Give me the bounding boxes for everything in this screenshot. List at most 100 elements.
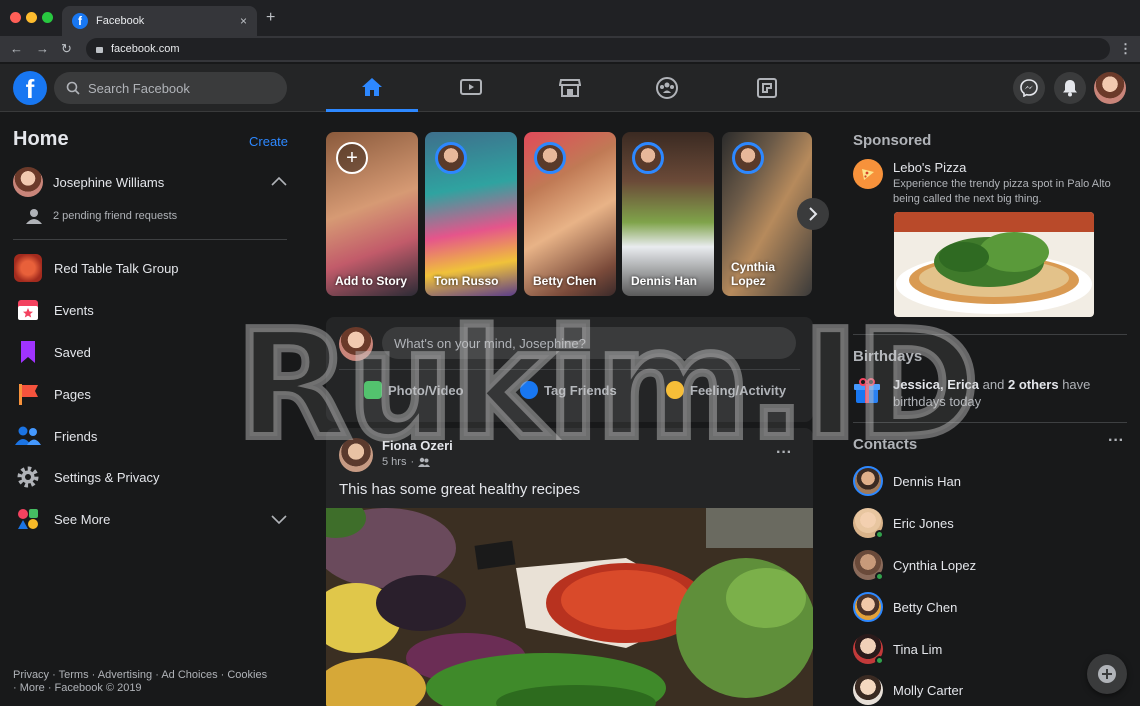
tab-home[interactable]: [326, 64, 418, 112]
user-name: Josephine Williams: [53, 174, 165, 190]
search-placeholder: Search Facebook: [88, 80, 190, 96]
ad-name[interactable]: Lebo's Pizza: [893, 160, 966, 175]
sidebar-item-settings[interactable]: Settings & Privacy: [14, 463, 160, 491]
messenger-button[interactable]: [1013, 72, 1045, 104]
search-input[interactable]: Search Facebook: [54, 72, 287, 104]
friends-icon: [14, 422, 42, 450]
chevron-down-icon[interactable]: [271, 515, 287, 525]
birthday-others[interactable]: 2 others: [1008, 377, 1059, 392]
post-image[interactable]: [326, 508, 813, 706]
sidebar-item-see-more[interactable]: See More: [14, 505, 110, 533]
sidebar-item-label: Saved: [54, 344, 91, 360]
contact-avatar: [853, 508, 884, 539]
contact-avatar: [853, 592, 883, 622]
contact-avatar: [853, 634, 884, 665]
story-name: Betty Chen: [533, 274, 597, 288]
contact-name: Eric Jones: [893, 515, 954, 531]
footer-links[interactable]: Privacy · Terms · Advertising · Ad Choic…: [13, 669, 303, 695]
birthday-and: and: [982, 377, 1005, 392]
contact-item[interactable]: Betty Chen: [853, 592, 957, 622]
flag-icon: [14, 380, 42, 408]
contact-item[interactable]: Tina Lim: [853, 634, 942, 665]
contact-name: Betty Chen: [893, 599, 958, 615]
contact-avatar: [853, 550, 884, 581]
story-card[interactable]: Betty Chen: [524, 132, 616, 296]
url-field[interactable]: facebook.com: [86, 38, 1110, 60]
ad-image[interactable]: [894, 212, 1094, 317]
browser-tab[interactable]: f Facebook ×: [62, 6, 257, 36]
contacts-options-button[interactable]: ···: [1108, 432, 1124, 450]
sidebar-item-pages[interactable]: Pages: [14, 380, 91, 408]
tab-watch[interactable]: [425, 64, 517, 112]
contact-avatar: [853, 675, 883, 705]
post-text: This has some great healthy recipes: [339, 481, 580, 498]
story-card[interactable]: Tom Russo: [425, 132, 517, 296]
footer-line-2[interactable]: · More · Facebook © 2019: [13, 682, 303, 695]
contact-item[interactable]: Cynthia Lopez: [853, 550, 977, 581]
online-status-dot: [875, 572, 884, 581]
window-maximize-button[interactable]: [42, 12, 53, 23]
feed-post: Fiona Ozeri 5 hrs · ··· This has some gr…: [326, 428, 813, 706]
online-status-dot: [875, 656, 884, 665]
sidebar-item-label: Settings & Privacy: [54, 469, 160, 485]
market-produce-image: [326, 508, 813, 706]
story-card[interactable]: Dennis Han: [622, 132, 714, 296]
story-name: Tom Russo: [434, 274, 499, 288]
tab-groups[interactable]: [621, 64, 713, 112]
pending-requests-link[interactable]: 2 pending friend requests: [25, 208, 177, 224]
story-avatar: [732, 142, 764, 174]
notifications-button[interactable]: [1054, 72, 1086, 104]
chevron-right-icon: [809, 207, 818, 221]
contact-item[interactable]: Dennis Han: [853, 466, 961, 496]
marketplace-icon: [559, 79, 581, 97]
ad-text: Experience the trendy pizza spot in Palo…: [893, 178, 1111, 205]
search-icon: [66, 81, 80, 95]
person-icon: [26, 209, 42, 224]
bookmark-icon: [14, 338, 42, 366]
gaming-icon: [757, 78, 777, 98]
pizza-logo-icon[interactable]: [853, 159, 883, 189]
browser-menu-icon[interactable]: ⋮: [1119, 41, 1132, 57]
create-link[interactable]: Create: [249, 134, 288, 149]
sidebar-item-label: Red Table Talk Group: [54, 260, 179, 276]
avatar: [13, 167, 43, 197]
new-message-button[interactable]: [1087, 654, 1127, 694]
tab-close-button[interactable]: ×: [240, 14, 247, 28]
tab-title: Facebook: [96, 15, 145, 27]
group-icon: [14, 254, 42, 282]
tab-gaming[interactable]: [721, 64, 813, 112]
chevron-up-icon[interactable]: [271, 176, 287, 186]
footer-line-1[interactable]: Privacy · Terms · Advertising · Ad Choic…: [13, 669, 303, 682]
window-minimize-button[interactable]: [26, 12, 37, 23]
sidebar-item-events[interactable]: Events: [14, 296, 94, 324]
back-icon[interactable]: ←: [10, 41, 23, 56]
browser-tabbar: f Facebook × +: [0, 0, 1140, 36]
sidebar-item-red-table-talk[interactable]: Red Table Talk Group: [14, 254, 179, 282]
contact-name: Cynthia Lopez: [893, 557, 977, 573]
profile-avatar-button[interactable]: [1094, 72, 1126, 104]
contact-name: Dennis Han: [893, 473, 961, 489]
forward-icon[interactable]: →: [36, 41, 49, 56]
sidebar-item-label: Pages: [54, 386, 91, 402]
contact-item[interactable]: Eric Jones: [853, 508, 954, 539]
watermark-text: Rukim.ID: [236, 310, 976, 460]
window-close-button[interactable]: [10, 12, 21, 23]
compose-plus-icon: [1098, 665, 1116, 683]
url-text: facebook.com: [111, 43, 180, 55]
facebook-favicon-icon: f: [72, 13, 88, 29]
contact-item[interactable]: Molly Carter: [853, 675, 963, 705]
stories-next-button[interactable]: [797, 198, 829, 230]
story-name: Dennis Han: [631, 274, 698, 288]
story-card-add[interactable]: + Add to Story: [326, 132, 418, 296]
home-icon: [362, 77, 382, 96]
new-tab-button[interactable]: +: [266, 9, 275, 27]
address-bar-row: ← → ↻ facebook.com ⋮: [0, 36, 1140, 62]
calendar-icon: [14, 296, 42, 324]
sidebar-item-friends[interactable]: Friends: [14, 422, 97, 450]
gear-icon: [14, 463, 42, 491]
facebook-logo-icon[interactable]: f: [13, 71, 47, 105]
reload-icon[interactable]: ↻: [61, 41, 72, 57]
user-profile-row[interactable]: Josephine Williams: [13, 167, 164, 197]
tab-marketplace[interactable]: [524, 64, 616, 112]
sidebar-item-saved[interactable]: Saved: [14, 338, 91, 366]
